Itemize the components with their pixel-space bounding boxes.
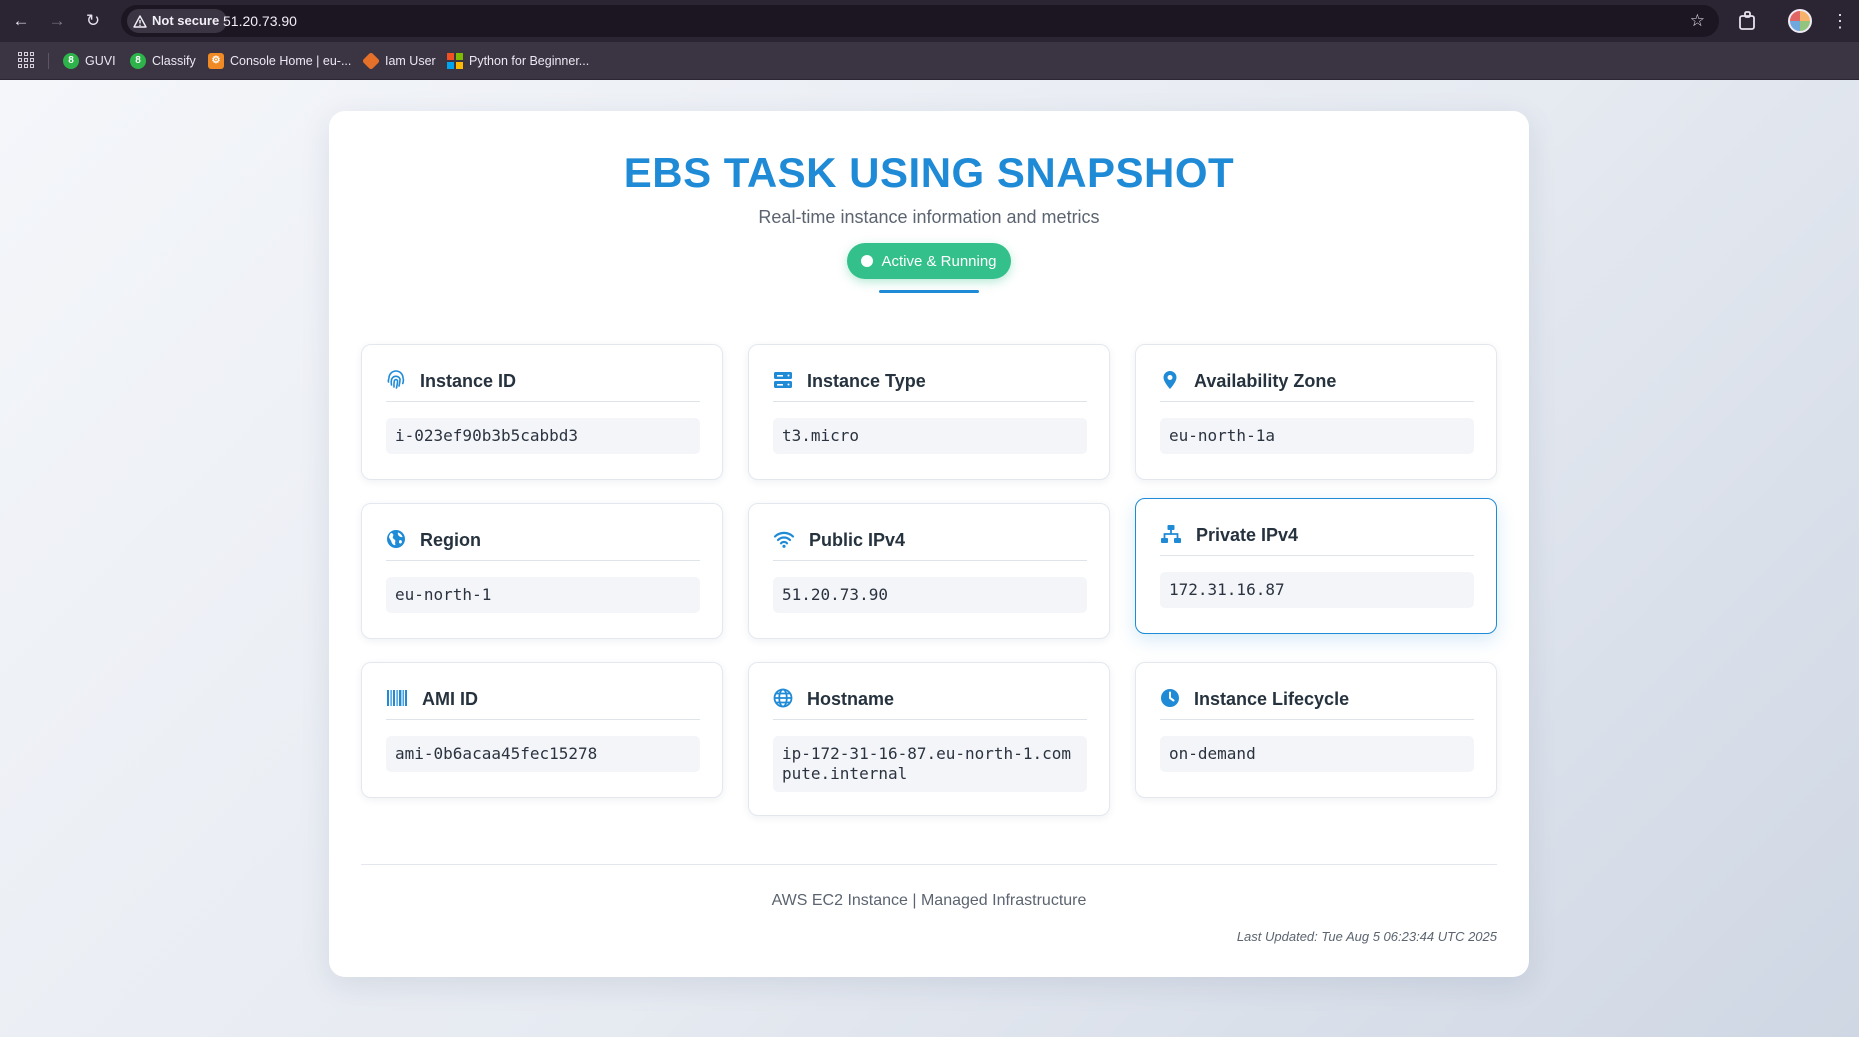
network-icon: [1161, 525, 1181, 543]
security-label: Not secure: [152, 13, 220, 28]
card-label: AMI ID: [422, 689, 478, 709]
card-value: 172.31.16.87: [1160, 572, 1474, 608]
card-value: ip-172-31-16-87.eu-north-1.compute.inter…: [773, 736, 1087, 792]
aws-console-favicon: ⚙: [208, 53, 224, 69]
card-ami-id: AMI ID ami-0b6acaa45fec15278: [361, 662, 723, 798]
profile-avatar[interactable]: [1788, 9, 1812, 33]
bookmark-python[interactable]: Python for Beginner...: [447, 42, 589, 80]
card-value: 51.20.73.90: [773, 577, 1087, 613]
card-label: Instance Lifecycle: [1194, 689, 1350, 709]
globe-americas-icon: [387, 530, 405, 548]
card-label: Availability Zone: [1194, 371, 1337, 391]
bookmark-label: Console Home | eu-...: [230, 54, 352, 68]
warning-triangle-icon: [133, 14, 147, 28]
bookmark-star-icon[interactable]: ☆: [1690, 5, 1705, 37]
card-value: ami-0b6acaa45fec15278: [386, 736, 700, 772]
card-header: Instance ID: [386, 370, 700, 402]
site-security-chip[interactable]: Not secure: [127, 9, 228, 33]
page-subtitle: Real-time instance information and metri…: [758, 207, 1100, 227]
card-header: AMI ID: [386, 688, 700, 720]
guvi-favicon: 8: [63, 53, 79, 69]
forward-arrow-icon[interactable]: →: [45, 9, 69, 33]
back-arrow-icon[interactable]: ←: [9, 9, 33, 33]
browser-toolbar: ← → ↻ Not secure 51.20.73.90 ☆ ⋮: [0, 0, 1859, 42]
bookmark-iam-user[interactable]: Iam User: [361, 42, 436, 80]
card-value: eu-north-1: [386, 577, 700, 613]
status-dot-icon: [861, 255, 874, 267]
card-instance-id: Instance ID i-023ef90b3b5cabbd3: [361, 344, 723, 480]
page-background: EBS TASK USING SNAPSHOT Real-time instan…: [0, 80, 1859, 1037]
page-title: EBS TASK USING SNAPSHOT: [623, 149, 1235, 196]
menu-dots-icon[interactable]: ⋮: [1831, 8, 1849, 34]
bookmark-label: GUVI: [85, 54, 116, 68]
last-updated: Last Updated: Tue Aug 5 06:23:44 UTC 202…: [1236, 929, 1497, 944]
wifi-icon: [773, 531, 795, 548]
iam-favicon: [361, 51, 381, 71]
card-region: Region eu-north-1: [361, 503, 723, 639]
apps-grid-icon[interactable]: [18, 52, 34, 68]
card-instance-type: Instance Type t3.micro: [748, 344, 1110, 480]
card-value: i-023ef90b3b5cabbd3: [386, 418, 700, 454]
card-value: t3.micro: [773, 418, 1087, 454]
extensions-puzzle-icon[interactable]: [1735, 8, 1761, 34]
url-text[interactable]: 51.20.73.90: [223, 5, 297, 37]
bookmark-label: Classify: [152, 54, 196, 68]
card-hostname: Hostname ip-172-31-16-87.eu-north-1.comp…: [748, 662, 1110, 816]
globe-icon: [773, 688, 793, 708]
bookmark-label: Python for Beginner...: [469, 54, 590, 68]
status-badge: Active & Running: [847, 243, 1011, 279]
bookmarks-bar: 8 GUVI 8 Classify ⚙ Console Home | eu-..…: [0, 42, 1859, 80]
card-label: Region: [420, 530, 481, 550]
card-label: Instance Type: [807, 371, 926, 391]
card-header: Availability Zone: [1160, 370, 1474, 402]
card-instance-lifecycle: Instance Lifecycle on-demand: [1135, 662, 1497, 798]
card-header: Region: [386, 529, 700, 561]
card-public-ipv4: Public IPv4 51.20.73.90: [748, 503, 1110, 639]
info-grid: Instance ID i-023ef90b3b5cabbd3 Instance…: [361, 344, 1497, 816]
status-label: Active & Running: [881, 252, 997, 270]
card-header: Private IPv4: [1160, 524, 1474, 556]
classify-favicon: 8: [130, 53, 146, 69]
barcode-icon: [387, 690, 407, 706]
card-header: Instance Type: [773, 370, 1087, 402]
map-pin-icon: [1163, 371, 1177, 389]
microsoft-favicon: [447, 53, 463, 69]
address-bar[interactable]: Not secure 51.20.73.90 ☆: [121, 5, 1719, 37]
footer-text: AWS EC2 Instance | Managed Infrastructur…: [771, 892, 1087, 909]
dashboard-card: EBS TASK USING SNAPSHOT Real-time instan…: [329, 111, 1529, 977]
bookmark-label: Iam User: [385, 54, 436, 68]
card-private-ipv4: Private IPv4 172.31.16.87: [1135, 498, 1497, 634]
bookmark-guvi[interactable]: 8 GUVI: [63, 42, 116, 80]
bookmarks-divider: [48, 53, 49, 69]
fingerprint-icon: [387, 370, 405, 389]
card-header: Public IPv4: [773, 529, 1087, 561]
title-underline: [879, 290, 979, 293]
card-label: Public IPv4: [809, 530, 906, 550]
bookmark-classify[interactable]: 8 Classify: [130, 42, 196, 80]
card-value: on-demand: [1160, 736, 1474, 772]
reload-icon[interactable]: ↻: [81, 9, 105, 33]
card-header: Instance Lifecycle: [1160, 688, 1474, 720]
card-label: Instance ID: [420, 371, 517, 391]
card-label: Private IPv4: [1196, 525, 1299, 545]
card-value: eu-north-1a: [1160, 418, 1474, 454]
clock-icon: [1161, 689, 1179, 707]
card-label: Hostname: [807, 689, 895, 709]
bookmark-console-home[interactable]: ⚙ Console Home | eu-...: [208, 42, 351, 80]
card-availability-zone: Availability Zone eu-north-1a: [1135, 344, 1497, 480]
footer-divider: [361, 864, 1497, 865]
card-header: Hostname: [773, 688, 1087, 720]
server-icon: [774, 372, 792, 388]
